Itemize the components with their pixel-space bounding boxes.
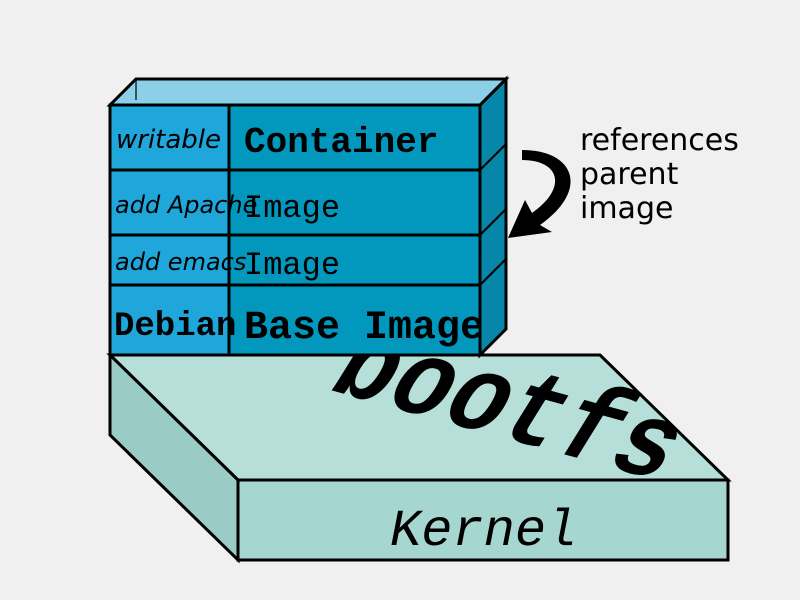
layer-apache: add Apache Image	[110, 170, 480, 235]
layer-apache-right-label: Image	[244, 190, 340, 227]
kernel-label: Kernel	[390, 502, 577, 561]
layer-container-left-label: writable	[116, 125, 221, 155]
layer-apache-left-label: add Apache	[115, 191, 257, 219]
layer-debian-right-label: Base Image	[244, 306, 484, 351]
docker-layers-diagram: bootfs Kernel Debian Base Image add emac…	[0, 0, 800, 600]
layer-emacs: add emacs Image	[110, 235, 480, 285]
layers-stack: Debian Base Image add emacs Image add Ap…	[110, 79, 506, 355]
arrow-icon	[508, 150, 571, 238]
layer-emacs-right-label: Image	[244, 247, 340, 284]
annotation-line2: parent	[580, 157, 679, 192]
layer-container-right-label: Container	[244, 122, 438, 163]
layer-container: writable Container	[110, 105, 480, 170]
stack-right-side	[480, 79, 506, 355]
parent-reference-annotation: references parent image	[508, 123, 739, 238]
layer-emacs-left-label: add emacs	[115, 248, 246, 276]
annotation-line1: references	[580, 123, 739, 158]
layer-debian-left-label: Debian	[114, 308, 236, 346]
container-lid	[110, 79, 506, 105]
annotation-line3: image	[580, 191, 673, 226]
layer-debian: Debian Base Image	[110, 285, 484, 355]
